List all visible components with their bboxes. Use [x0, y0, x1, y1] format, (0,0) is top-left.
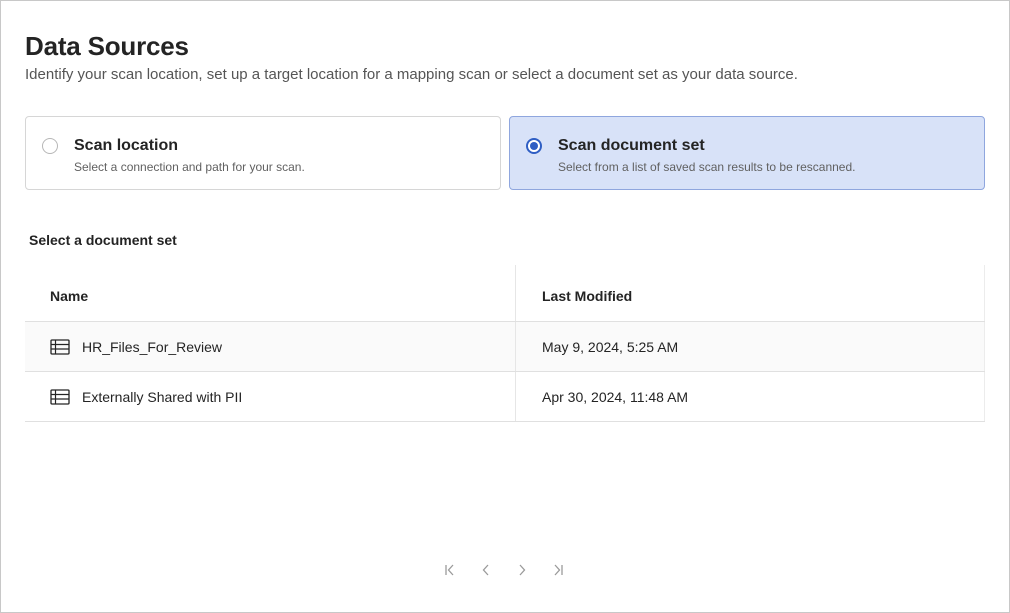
- table-row[interactable]: Externally Shared with PII Apr 30, 2024,…: [25, 372, 985, 422]
- column-header-name[interactable]: Name: [25, 265, 516, 321]
- page-title: Data Sources: [25, 31, 189, 61]
- scan-document-set-description: Select from a list of saved scan results…: [558, 160, 856, 174]
- scan-location-title: Scan location: [74, 137, 179, 154]
- table-row[interactable]: HR_Files_For_Review May 9, 2024, 5:25 AM: [25, 322, 985, 372]
- section-label: Select a document set: [29, 232, 177, 248]
- data-sources-panel: Data Sources Identify your scan location…: [0, 0, 1010, 613]
- scan-location-option[interactable]: Scan location Select a connection and pa…: [25, 116, 501, 190]
- pagination: [439, 559, 569, 581]
- scan-document-set-title: Scan document set: [558, 137, 705, 154]
- document-set-icon: [50, 338, 70, 355]
- document-set-name: HR_Files_For_Review: [82, 338, 223, 355]
- first-page-icon[interactable]: [439, 559, 461, 581]
- scan-location-radio[interactable]: [42, 138, 58, 154]
- last-modified-cell: Apr 30, 2024, 11:48 AM: [516, 372, 985, 421]
- page-subtitle: Identify your scan location, set up a ta…: [25, 66, 798, 83]
- last-page-icon[interactable]: [547, 559, 569, 581]
- next-page-icon[interactable]: [511, 559, 533, 581]
- previous-page-icon[interactable]: [475, 559, 497, 581]
- document-set-icon: [50, 388, 70, 405]
- table-header-row: Name Last Modified: [25, 265, 985, 322]
- scan-document-set-radio[interactable]: [526, 138, 542, 154]
- scan-document-set-option[interactable]: Scan document set Select from a list of …: [509, 116, 985, 190]
- scan-location-description: Select a connection and path for your sc…: [74, 160, 305, 174]
- document-set-name: Externally Shared with PII: [82, 388, 243, 405]
- last-modified-cell: May 9, 2024, 5:25 AM: [516, 322, 985, 371]
- column-header-last-modified[interactable]: Last Modified: [516, 265, 985, 321]
- name-cell: HR_Files_For_Review: [25, 322, 516, 371]
- document-set-table: Name Last Modified HR_Files_For_Review M…: [25, 265, 985, 422]
- name-cell: Externally Shared with PII: [25, 372, 516, 421]
